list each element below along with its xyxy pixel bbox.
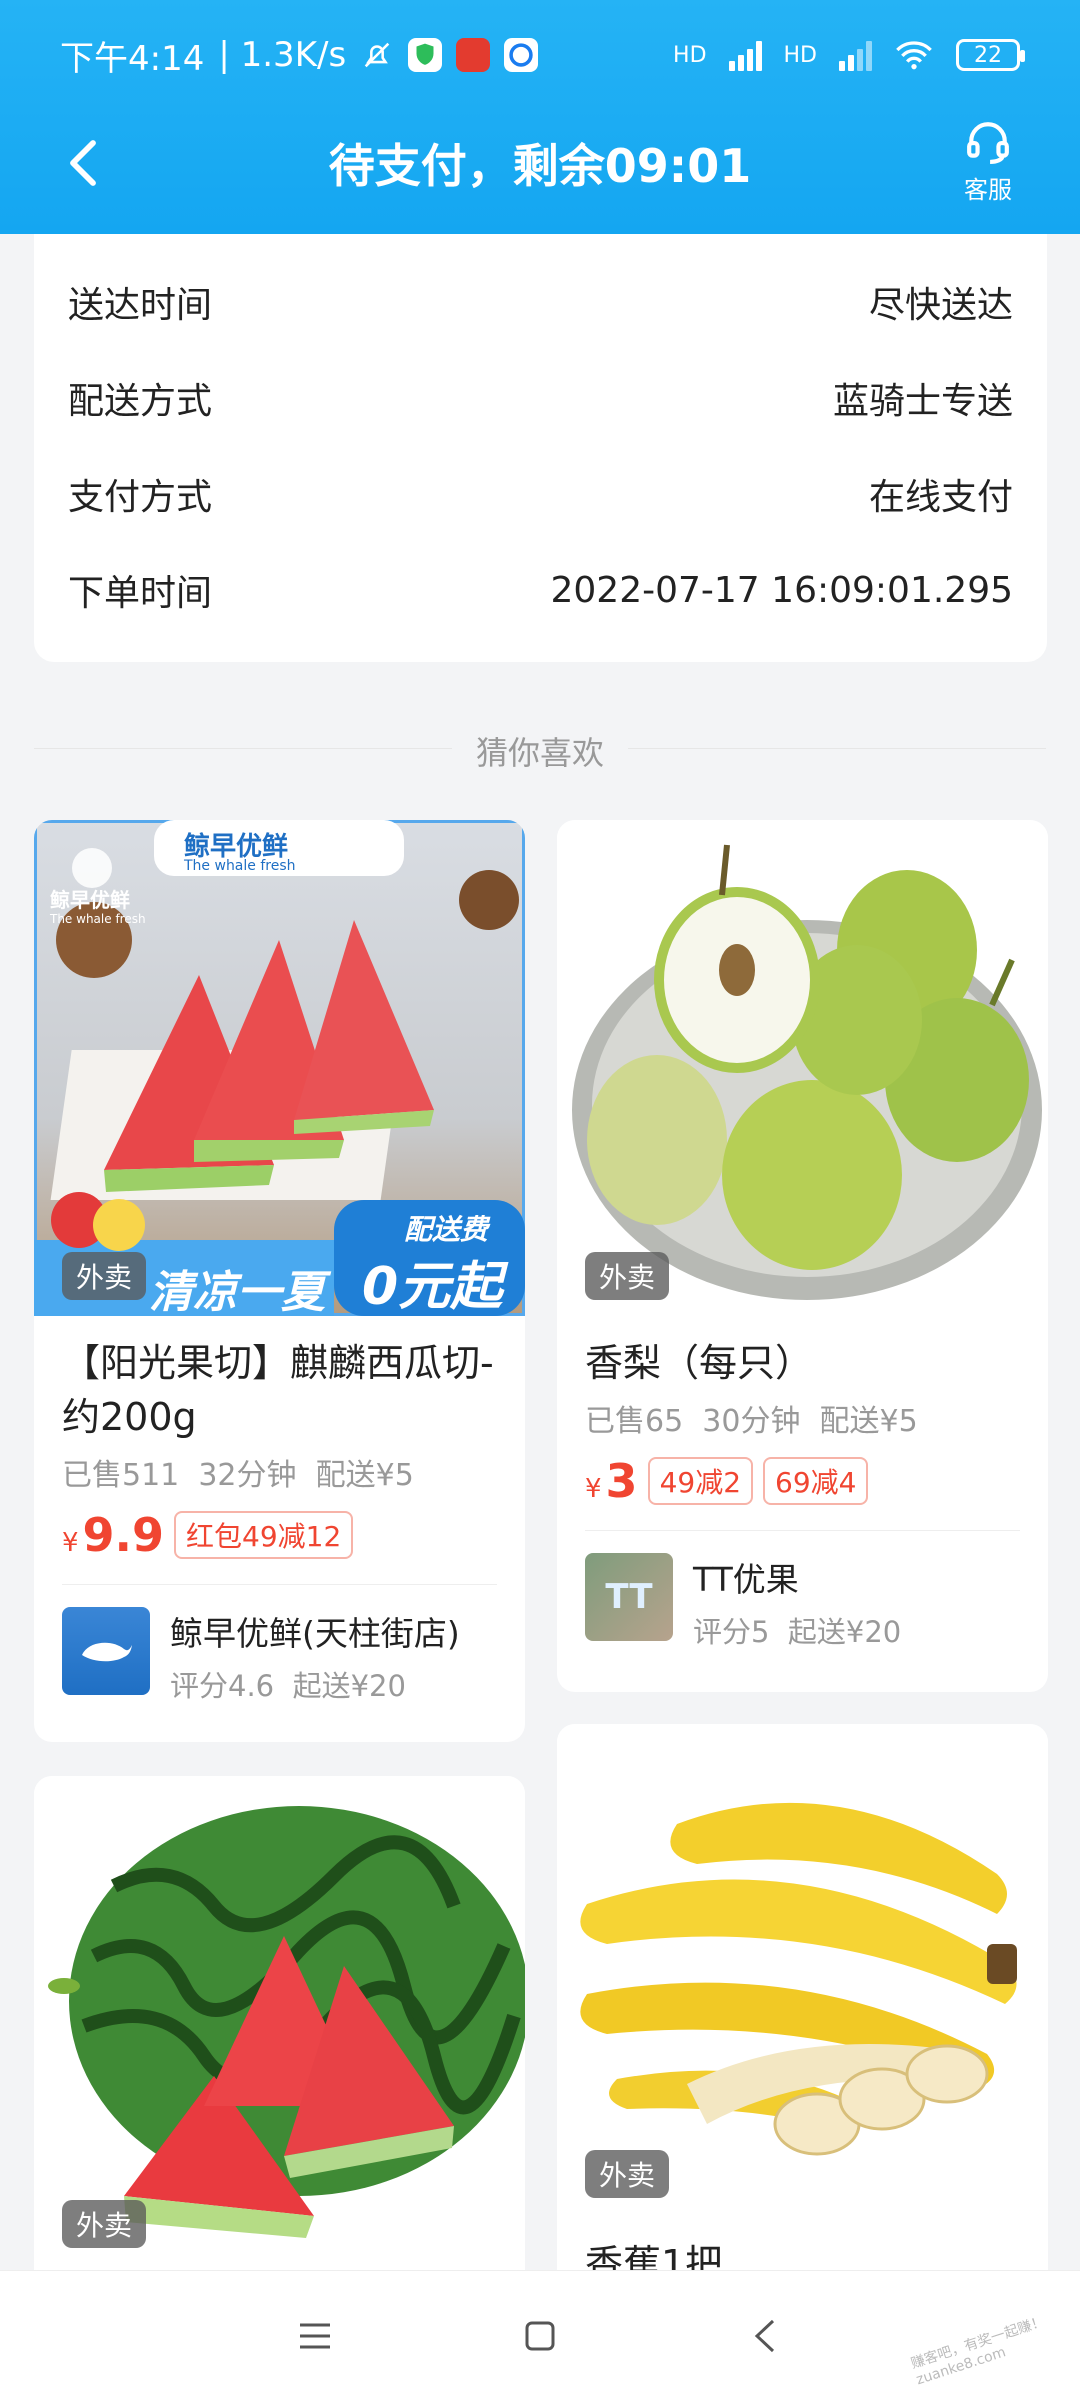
- blue-app-icon: [504, 38, 539, 72]
- status-bar: 下午4:14 | 1.3K/s HD HD 22: [60, 30, 1025, 80]
- menu-icon: [300, 2323, 330, 2349]
- customer-service-button[interactable]: 客服: [948, 118, 1028, 205]
- product-price: ¥9.9: [62, 1508, 164, 1562]
- chevron-left-icon: [754, 2319, 775, 2353]
- red-app-icon: [456, 38, 491, 72]
- shop-rating: 评分5: [693, 1615, 770, 1649]
- info-label: 支付方式: [68, 477, 213, 518]
- product-name: 香梨（每只）: [585, 1341, 814, 1385]
- product-delivery-fee: 配送¥5: [315, 1458, 414, 1493]
- product-card[interactable]: 外卖 香蕉1把: [557, 1724, 1048, 2296]
- shop-logo-text: TT: [605, 1577, 653, 1617]
- product-image: 外卖: [557, 1724, 1048, 2219]
- product-sold: 已售511: [62, 1458, 180, 1493]
- info-row-delivery-method: 配送方式 蓝骑士专送: [68, 350, 1013, 446]
- product-name: 【阳光果切】麒麟西瓜切-约200g: [62, 1341, 494, 1439]
- takeaway-tag: 外卖: [585, 1252, 670, 1300]
- info-value: 在线支付: [868, 477, 1013, 518]
- nav-bar: 待支付，剩余09:01 客服: [0, 110, 1080, 220]
- banner-promo-fee: 配送费: [404, 1213, 489, 1246]
- shop-min-order: 起送¥20: [787, 1615, 902, 1649]
- product-card[interactable]: 外卖: [34, 1776, 525, 2296]
- product-delivery-fee: 配送¥5: [819, 1404, 918, 1439]
- coupon-badge: 红包49减12: [174, 1511, 354, 1559]
- shop-name: TT优果: [693, 1560, 799, 1599]
- info-row-delivery-time: 送达时间 尽快送达: [68, 254, 1013, 350]
- banner-brand-corner-en: The whale fresh: [50, 912, 146, 926]
- recommend-title-text: 猜你喜欢: [451, 734, 628, 772]
- shop-logo: [62, 1607, 150, 1695]
- status-time: 下午4:14: [60, 38, 205, 79]
- menu-button[interactable]: [290, 2311, 340, 2361]
- system-back-button[interactable]: [740, 2311, 790, 2361]
- info-label: 下单时间: [68, 573, 213, 614]
- square-home-icon: [525, 2321, 555, 2351]
- product-card[interactable]: 鲸早优鲜 The whale fresh 鲸早优鲜 The whale fres…: [34, 820, 525, 1742]
- shop-min-order: 起送¥20: [292, 1669, 406, 1703]
- order-info-card: 送达时间 尽快送达 配送方式 蓝骑士专送 支付方式 在线支付 下单时间 2022…: [34, 234, 1047, 662]
- coupon-badge: 69减4: [763, 1457, 869, 1505]
- price-row: ¥3 49减2 69减4: [557, 1454, 1048, 1508]
- signal-icon: [728, 39, 762, 71]
- price-row: ¥9.9 红包49减12: [34, 1508, 525, 1562]
- banner-brand-corner: 鲸早优鲜: [50, 888, 130, 912]
- network-speed: | 1.3K/s: [218, 35, 347, 75]
- info-row-order-time: 下单时间 2022-07-17 16:09:01.295: [68, 542, 1013, 638]
- shop-meta: 评分5 起送¥20: [693, 1609, 901, 1651]
- shop-meta: 评分4.6 起送¥20: [170, 1663, 460, 1705]
- whale-logo-icon: [82, 1642, 132, 1662]
- price-value: 3: [605, 1454, 638, 1508]
- info-value: 蓝骑士专送: [832, 381, 1013, 422]
- signal-icon-2: [839, 39, 872, 71]
- shop-rating: 评分4.6: [170, 1669, 275, 1703]
- info-row-payment-method: 支付方式 在线支付: [68, 446, 1013, 542]
- page-title: 待支付，剩余09:01: [328, 139, 752, 193]
- takeaway-tag: 外卖: [62, 2200, 147, 2248]
- recommend-title: 猜你喜欢: [0, 728, 1080, 774]
- takeaway-tag: 外卖: [62, 1252, 147, 1300]
- watermelon-illustration: [48, 1806, 525, 2238]
- shop-name: 鲸早优鲜(天柱街店): [170, 1614, 460, 1653]
- price-value: 9.9: [82, 1508, 165, 1562]
- product-meta: 已售65 30分钟 配送¥5: [557, 1396, 1048, 1440]
- shop-info[interactable]: 鲸早优鲜(天柱街店) 评分4.6 起送¥20: [34, 1585, 525, 1705]
- customer-service-label: 客服: [964, 176, 1012, 204]
- shield-app-icon: [408, 38, 443, 72]
- pears-illustration: [572, 844, 1042, 1300]
- coupon-badge: 49减2: [647, 1457, 754, 1505]
- info-label: 配送方式: [68, 381, 213, 422]
- info-label: 送达时间: [68, 285, 213, 326]
- shop-logo: TT: [585, 1553, 673, 1641]
- wifi-icon: [896, 41, 932, 70]
- home-button[interactable]: [515, 2311, 565, 2361]
- product-sold: 已售65: [585, 1404, 684, 1439]
- product-eta: 32分钟: [198, 1458, 297, 1493]
- product-price: ¥3: [585, 1454, 638, 1508]
- takeaway-tag: 外卖: [585, 2150, 670, 2198]
- bananas-illustration: [580, 1802, 1017, 2156]
- info-value: 2022-07-17 16:09:01.295: [550, 569, 1014, 611]
- bell-off-icon: [364, 42, 390, 68]
- product-card[interactable]: 外卖 香梨（每只） 已售65 30分钟 配送¥5 ¥3 49减2 69减4 TT…: [557, 820, 1048, 1692]
- battery-icon: 22: [956, 39, 1025, 71]
- product-image: 鲸早优鲜 The whale fresh 鲸早优鲜 The whale fres…: [34, 820, 525, 1319]
- banner-slogan: 清凉一夏: [149, 1267, 325, 1318]
- product-eta: 30分钟: [702, 1404, 801, 1439]
- info-value: 尽快送达: [868, 285, 1013, 326]
- banner-promo-free: 0元起: [362, 1257, 503, 1317]
- hd-label-1: HD: [673, 42, 707, 68]
- headset-icon: [967, 122, 1009, 164]
- currency-symbol: ¥: [62, 1528, 79, 1558]
- product-meta: 已售511 32分钟 配送¥5: [34, 1450, 525, 1494]
- product-image: 外卖: [34, 1776, 525, 2270]
- hd-label-2: HD: [783, 42, 817, 68]
- product-image: 外卖: [557, 820, 1048, 1316]
- shop-info[interactable]: TT TT优果 评分5 起送¥20: [557, 1531, 1048, 1651]
- currency-symbol: ¥: [585, 1474, 602, 1504]
- top-header: 下午4:14 | 1.3K/s HD HD 22 待支付，剩余09:01 客服: [0, 0, 1080, 234]
- banner-brand-en: The whale fresh: [184, 858, 296, 874]
